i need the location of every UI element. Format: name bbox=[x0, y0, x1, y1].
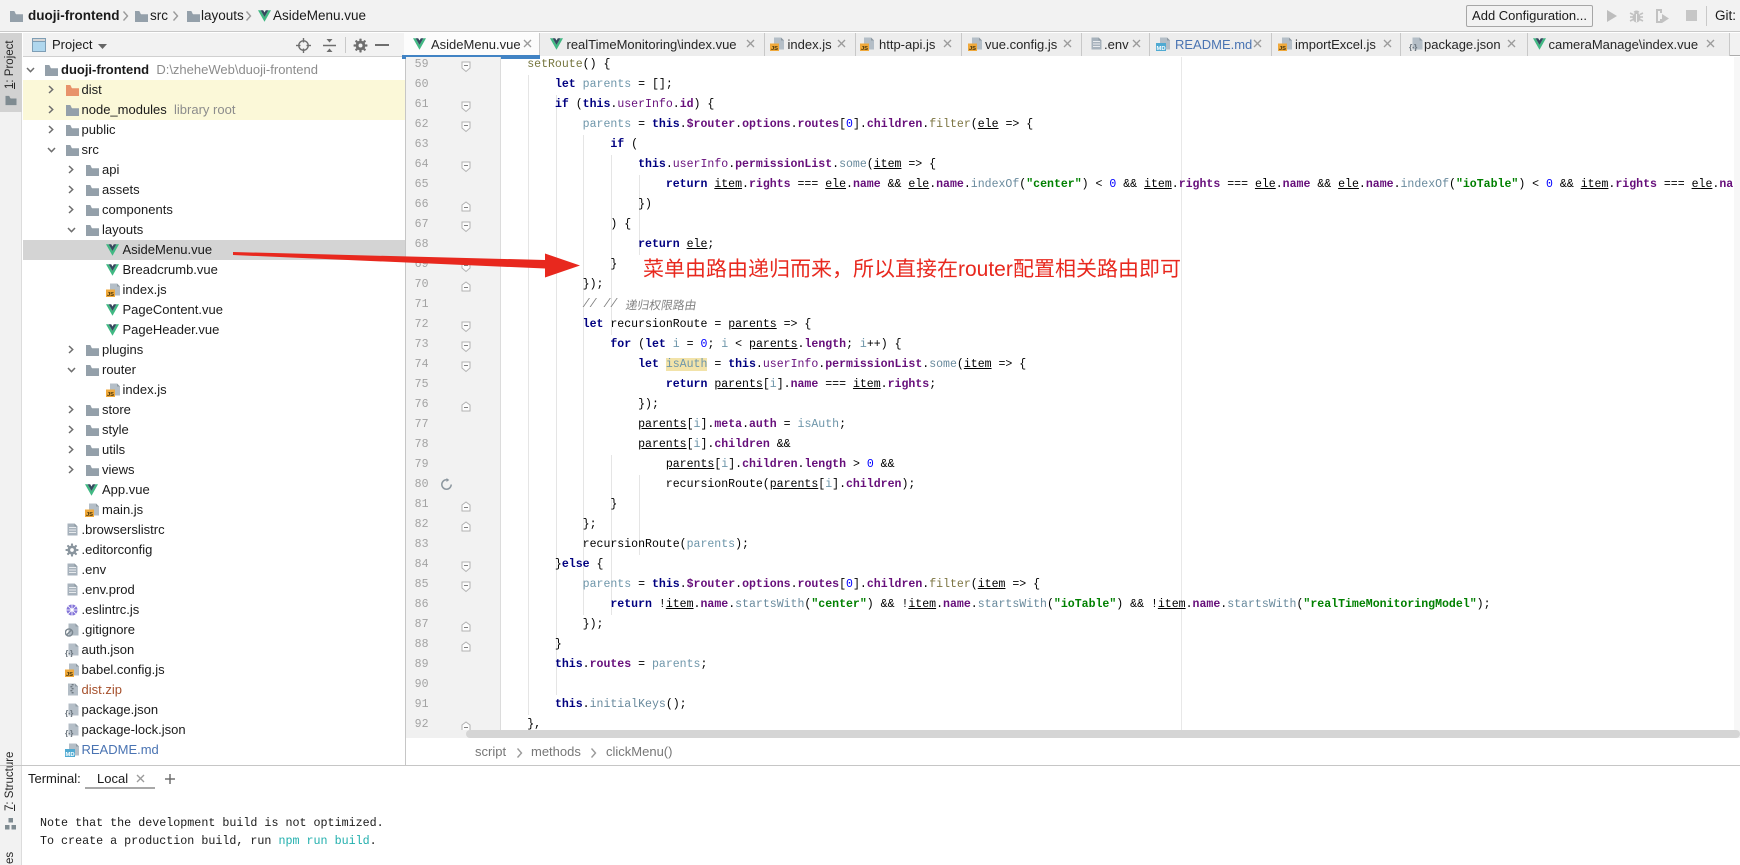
svg-text:JS: JS bbox=[969, 46, 976, 51]
svg-text:{: { bbox=[65, 708, 69, 717]
svg-text:{: { bbox=[1409, 42, 1413, 51]
svg-text:router: router bbox=[958, 258, 1013, 281]
svg-text:MD: MD bbox=[65, 752, 74, 757]
svg-text:{: { bbox=[65, 648, 69, 657]
svg-text:MD: MD bbox=[1156, 46, 1165, 51]
svg-text:JS: JS bbox=[86, 512, 93, 517]
svg-text:JS: JS bbox=[65, 672, 72, 677]
svg-text:JS: JS bbox=[1279, 46, 1286, 51]
svg-text:JS: JS bbox=[861, 46, 868, 51]
svg-text:{: { bbox=[65, 728, 69, 737]
svg-text:JS: JS bbox=[770, 46, 777, 51]
svg-text:JS: JS bbox=[106, 392, 113, 397]
svg-text:JS: JS bbox=[106, 292, 113, 297]
